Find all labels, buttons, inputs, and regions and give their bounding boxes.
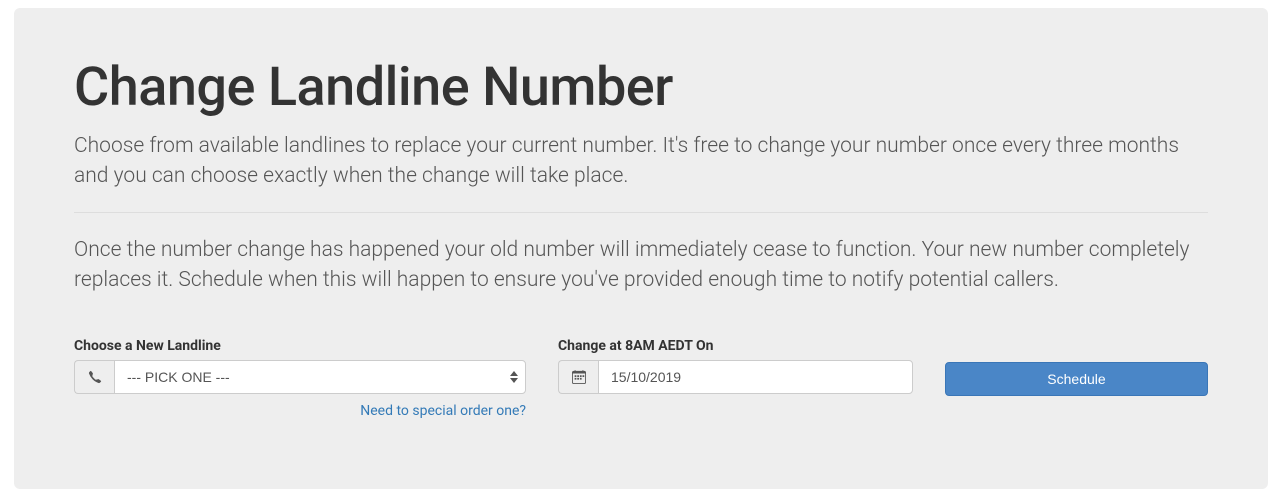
- landline-group: Choose a New Landline --- PICK ONE --- N…: [74, 338, 526, 419]
- lead-text: Choose from available landlines to repla…: [74, 131, 1208, 192]
- divider: [74, 212, 1208, 213]
- submit-group: Schedule: [945, 338, 1208, 396]
- landline-label: Choose a New Landline: [74, 338, 526, 354]
- change-landline-panel: Change Landline Number Choose from avail…: [14, 8, 1268, 489]
- info-text: Once the number change has happened your…: [74, 235, 1208, 296]
- date-label: Change at 8AM AEDT On: [558, 338, 913, 354]
- date-group: Change at 8AM AEDT On: [558, 338, 913, 394]
- date-input[interactable]: [598, 360, 913, 394]
- date-input-group: [558, 360, 913, 394]
- schedule-button[interactable]: Schedule: [945, 362, 1208, 396]
- landline-input-group: --- PICK ONE ---: [74, 360, 526, 394]
- phone-icon: [74, 360, 114, 394]
- form-row: Choose a New Landline --- PICK ONE --- N…: [74, 338, 1208, 419]
- help-link-row: Need to special order one?: [74, 400, 526, 419]
- calendar-icon: [558, 360, 598, 394]
- special-order-link[interactable]: Need to special order one?: [360, 403, 526, 419]
- page-title: Change Landline Number: [74, 56, 1208, 119]
- landline-select[interactable]: --- PICK ONE ---: [114, 360, 526, 394]
